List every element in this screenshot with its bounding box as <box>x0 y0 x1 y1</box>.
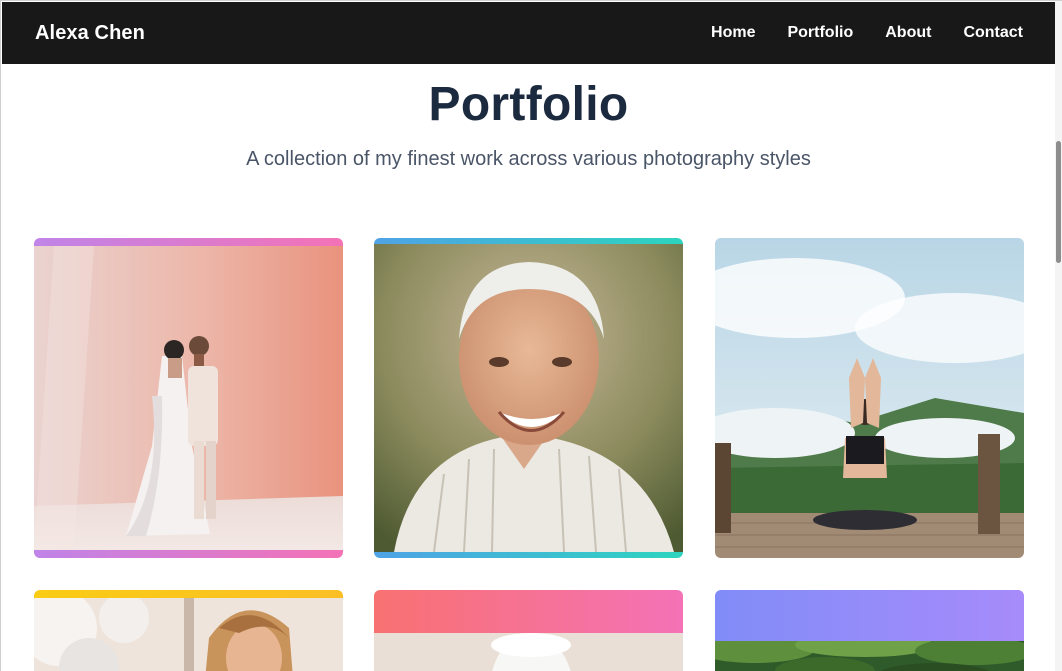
page-scrollbar[interactable] <box>1055 1 1062 671</box>
nav-links: Home Portfolio About Contact <box>711 24 1023 42</box>
woman-balloons-photo <box>34 598 343 671</box>
gallery-card-chef[interactable] <box>374 590 683 671</box>
elderly-man-portrait-photo <box>374 244 683 552</box>
navbar: Alexa Chen Home Portfolio About Contact <box>2 2 1056 64</box>
nav-link-contact[interactable]: Contact <box>963 24 1023 42</box>
forest-canopy-photo <box>715 641 1024 671</box>
nav-link-home[interactable]: Home <box>711 24 755 42</box>
mountain-yoga-photo <box>715 238 1024 558</box>
chef-hat-photo <box>374 633 683 671</box>
nav-link-portfolio[interactable]: Portfolio <box>787 24 853 42</box>
gallery-card-forest[interactable] <box>715 590 1024 671</box>
gallery-card-yoga[interactable] <box>715 238 1024 558</box>
gallery-card-balloons[interactable] <box>34 590 343 671</box>
browser-viewport: Alexa Chen Home Portfolio About Contact … <box>0 0 1062 671</box>
scrollbar-thumb[interactable] <box>1056 141 1061 263</box>
wedding-couple-photo <box>34 246 343 550</box>
brand-logo[interactable]: Alexa Chen <box>35 22 145 45</box>
gallery-card-portrait[interactable] <box>374 238 683 558</box>
page-subtitle: A collection of my finest work across va… <box>246 148 811 170</box>
gallery-card-wedding[interactable] <box>34 238 343 558</box>
nav-link-about[interactable]: About <box>885 24 931 42</box>
page-title: Portfolio <box>428 78 629 131</box>
